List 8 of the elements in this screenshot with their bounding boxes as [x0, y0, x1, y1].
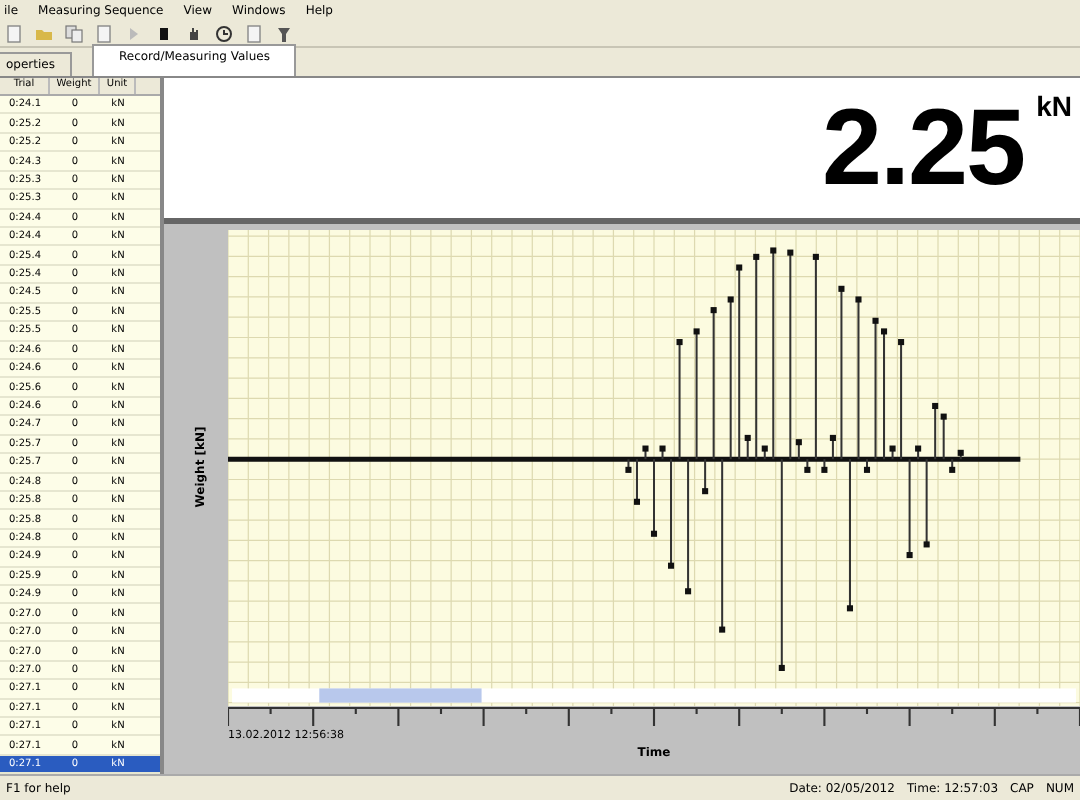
page-icon[interactable]	[244, 23, 264, 43]
copy-icon[interactable]	[64, 23, 84, 43]
page-icon[interactable]	[94, 23, 114, 43]
scroll-thumb[interactable]	[319, 687, 482, 702]
reading-unit: kN	[1036, 90, 1072, 122]
clock-icon[interactable]	[214, 23, 234, 43]
reading-value: 2.25	[821, 85, 1025, 210]
stop-icon[interactable]	[154, 23, 174, 43]
